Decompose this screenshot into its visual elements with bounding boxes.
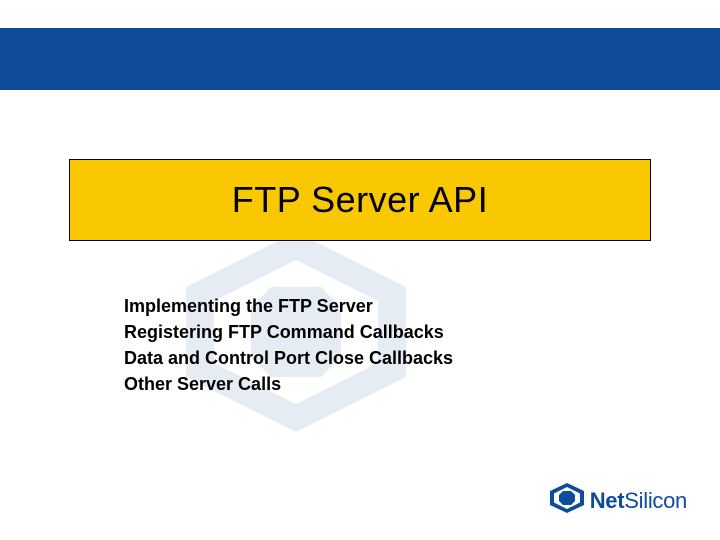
brand-mark-icon bbox=[550, 483, 584, 518]
footer-logo: NetSilicon bbox=[550, 483, 687, 518]
bullet-item: Implementing the FTP Server bbox=[124, 293, 453, 319]
header-bar bbox=[0, 28, 720, 90]
brand-name: NetSilicon bbox=[590, 488, 687, 514]
slide-title: FTP Server API bbox=[232, 179, 488, 221]
title-box: FTP Server API bbox=[69, 159, 651, 241]
brand-name-thin: Silicon bbox=[624, 488, 687, 513]
bullet-item: Data and Control Port Close Callbacks bbox=[124, 345, 453, 371]
bullet-list: Implementing the FTP Server Registering … bbox=[124, 293, 453, 397]
brand-name-bold: Net bbox=[590, 488, 625, 513]
bullet-item: Registering FTP Command Callbacks bbox=[124, 319, 453, 345]
bullet-item: Other Server Calls bbox=[124, 371, 453, 397]
